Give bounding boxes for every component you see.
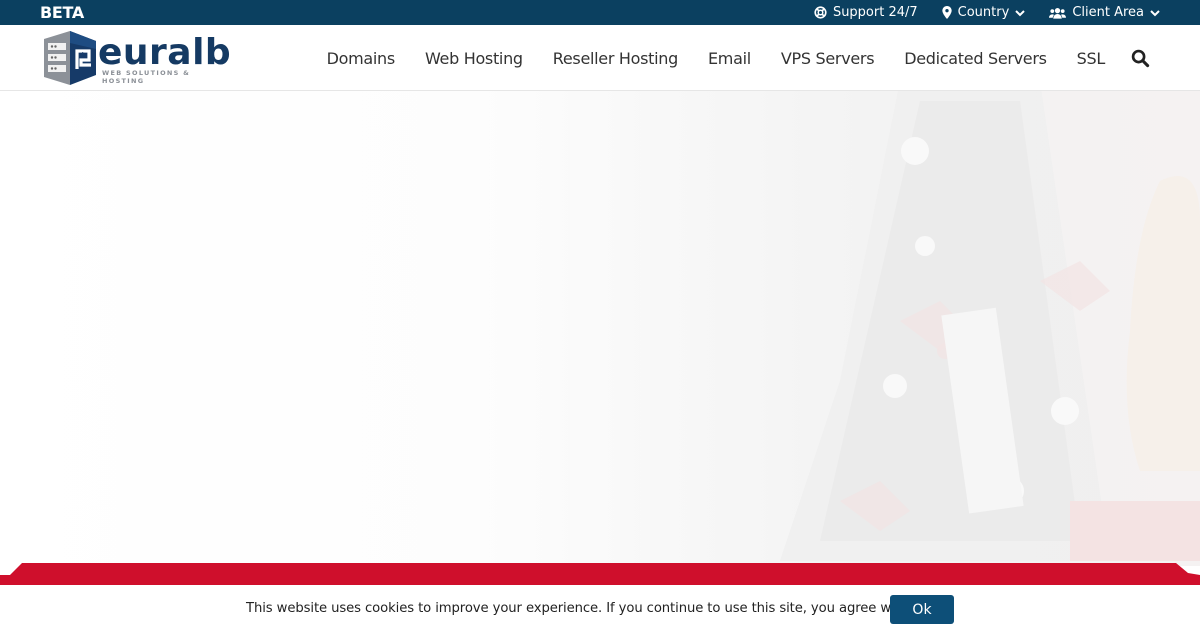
nav-email[interactable]: Email xyxy=(708,49,751,68)
logo-text: euralb WEB SOLUTIONS & HOSTING xyxy=(98,32,232,86)
top-links: Support 24/7 Country Client Area xyxy=(814,0,1160,25)
logo[interactable]: euralb WEB SOLUTIONS & HOSTING xyxy=(42,29,232,87)
country-label: Country xyxy=(957,5,1010,20)
chevron-down-icon xyxy=(1015,9,1026,17)
search-button[interactable] xyxy=(1131,49,1150,68)
search-icon xyxy=(1131,49,1150,67)
country-dropdown[interactable]: Country xyxy=(942,5,1026,20)
hero-banner xyxy=(0,91,1200,566)
main-nav: Domains Web Hosting Reseller Hosting Ema… xyxy=(327,25,1200,91)
christmas-tree-image xyxy=(780,91,1200,561)
logo-mark-icon xyxy=(44,31,96,85)
client-area-dropdown[interactable]: Client Area xyxy=(1049,5,1160,20)
cookie-ok-button[interactable]: Ok xyxy=(890,595,954,624)
chevron-down-icon xyxy=(1150,9,1160,17)
lifebuoy-icon xyxy=(814,6,827,19)
top-bar: BETA Support 24/7 Country Client Area xyxy=(0,0,1200,25)
cookie-message: This website uses cookies to improve you… xyxy=(246,601,925,616)
nav-vps-servers[interactable]: VPS Servers xyxy=(781,49,875,68)
support-link[interactable]: Support 24/7 xyxy=(814,5,918,20)
nav-web-hosting[interactable]: Web Hosting xyxy=(425,49,523,68)
users-icon xyxy=(1049,7,1067,19)
support-label: Support 24/7 xyxy=(832,5,918,20)
client-area-label: Client Area xyxy=(1072,5,1144,20)
nav-dedicated-servers[interactable]: Dedicated Servers xyxy=(904,49,1047,68)
red-ribbon xyxy=(0,563,1200,587)
beta-badge: BETA xyxy=(40,3,84,22)
nav-reseller-hosting[interactable]: Reseller Hosting xyxy=(553,49,679,68)
logo-word: euralb xyxy=(98,32,232,73)
cookie-bar: This website uses cookies to improve you… xyxy=(0,585,1200,634)
map-marker-icon xyxy=(942,6,952,19)
nav-ssl[interactable]: SSL xyxy=(1077,49,1106,68)
site-header: euralb WEB SOLUTIONS & HOSTING Domains W… xyxy=(0,25,1200,91)
nav-domains[interactable]: Domains xyxy=(327,49,396,68)
